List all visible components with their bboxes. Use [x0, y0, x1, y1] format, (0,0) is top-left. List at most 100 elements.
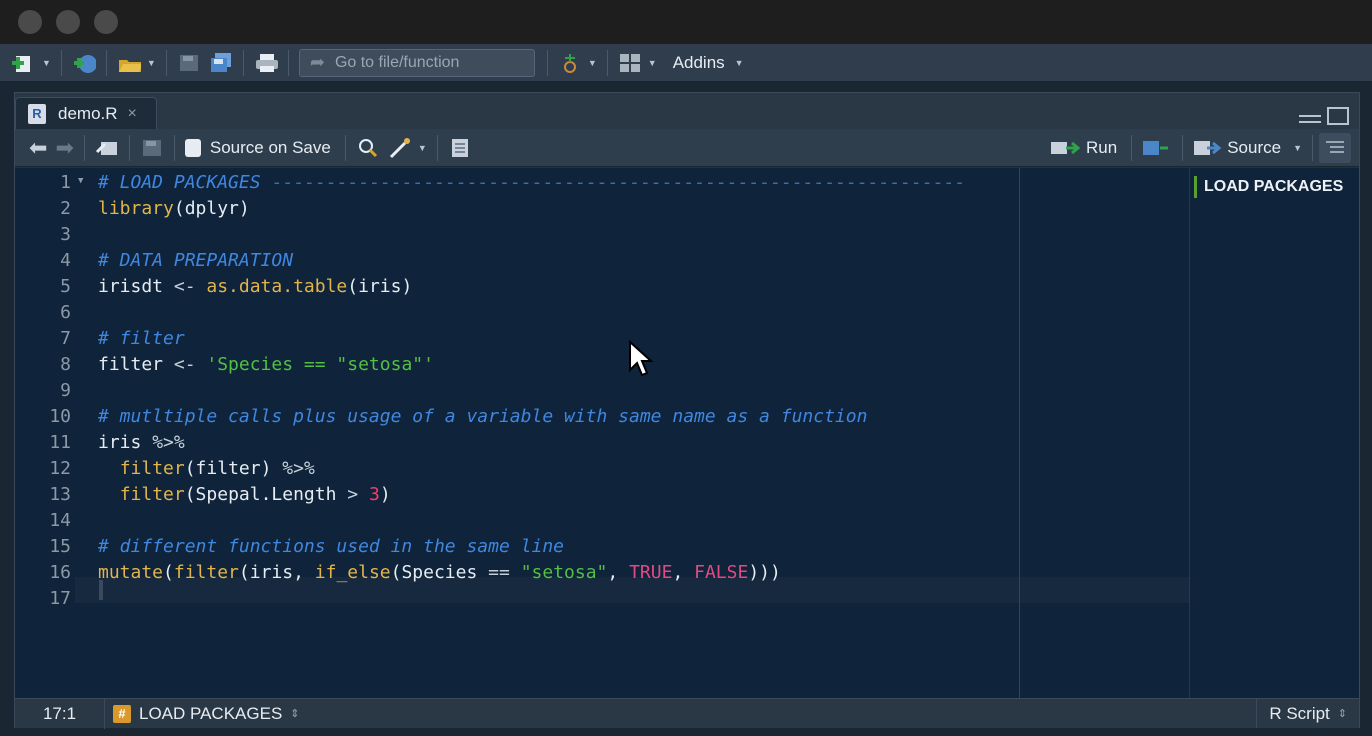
- line-number: 11: [49, 432, 71, 453]
- code-token: # different functions used in the same l…: [98, 536, 564, 557]
- line-number: 17: [49, 588, 71, 609]
- save-file-button[interactable]: [136, 133, 168, 163]
- close-window-button[interactable]: [18, 10, 42, 34]
- chevron-down-icon[interactable]: ▼: [147, 58, 156, 68]
- code-editor[interactable]: 1 2 3 4 5 6 7 8 9 10 11 12 13 14 15 16 17 ▼ # LOAD PACKA…: [15, 168, 1189, 698]
- show-in-window-button[interactable]: [91, 133, 123, 163]
- code-line: # mutltiple calls plus usage of a variab…: [98, 406, 867, 427]
- outline-item-load-packages[interactable]: LOAD PACKAGES: [1194, 176, 1343, 198]
- code-line: # DATA PREPARATION: [98, 250, 293, 271]
- forward-button[interactable]: ➡: [51, 133, 77, 163]
- code-token: %>%: [282, 458, 315, 479]
- save-all-button[interactable]: [205, 48, 237, 78]
- code-token: (dplyr): [173, 198, 250, 219]
- code-line: library(dplyr): [98, 198, 250, 219]
- code-token: ----------------------------------------…: [271, 172, 965, 193]
- code-line: # filter: [98, 328, 185, 349]
- print-button[interactable]: [250, 48, 282, 78]
- new-file-button[interactable]: ▼: [8, 48, 55, 78]
- code-token: # DATA PREPARATION: [98, 250, 294, 271]
- chevron-down-icon[interactable]: ▼: [418, 143, 427, 153]
- chevron-down-icon[interactable]: ▼: [588, 58, 597, 68]
- toolbar-divider: [242, 49, 244, 76]
- main-toolbar: ▼ ▼ ➦ Go to file/function ▼ ▼ Addins ▼: [0, 44, 1372, 82]
- goto-file-function-input[interactable]: ➦ Go to file/function: [298, 48, 535, 77]
- code-token: as.data.table: [206, 276, 348, 297]
- toolbar-divider: [287, 49, 289, 76]
- compile-report-button[interactable]: [444, 133, 476, 163]
- document-outline-button[interactable]: [1319, 132, 1351, 163]
- code-line: mutate(filter(iris, if_else(Species == "…: [98, 562, 781, 583]
- close-icon[interactable]: ×: [128, 105, 137, 123]
- toolbar-divider: [1131, 134, 1133, 161]
- toolbar-divider: [60, 49, 62, 76]
- go-to-arrow-icon: ➦: [309, 52, 325, 72]
- line-number: 4: [60, 250, 71, 271]
- section-navigator[interactable]: # LOAD PACKAGES ⇕: [105, 704, 300, 724]
- new-file-icon: [12, 52, 36, 74]
- find-replace-button[interactable]: [352, 133, 384, 163]
- fold-arrow-icon[interactable]: ▼: [78, 176, 83, 186]
- minimize-window-button[interactable]: [56, 10, 80, 34]
- tab-demo-r[interactable]: R demo.R ×: [15, 97, 157, 129]
- run-button[interactable]: Run: [1046, 133, 1121, 163]
- addins-label: Addins: [672, 52, 725, 72]
- code-token: 3: [368, 484, 380, 505]
- save-button[interactable]: [173, 48, 205, 78]
- code-token: (Species: [390, 562, 489, 583]
- chevron-down-icon: ▼: [734, 57, 744, 68]
- file-type-label: R Script: [1269, 703, 1330, 723]
- source-button[interactable]: Source ▼: [1189, 133, 1306, 163]
- chevron-down-icon[interactable]: ▼: [42, 58, 51, 68]
- printer-icon: [254, 52, 278, 74]
- new-project-button[interactable]: [68, 48, 100, 78]
- code-line: # LOAD PACKAGES ------------------------…: [98, 172, 965, 193]
- open-file-button[interactable]: ▼: [113, 48, 160, 78]
- source-on-save-toggle[interactable]: Source on Save: [181, 133, 335, 163]
- maximize-pane-icon[interactable]: [1327, 107, 1349, 125]
- magic-wand-icon: [388, 137, 412, 159]
- search-icon: [356, 137, 380, 159]
- version-control-button[interactable]: ▼: [554, 48, 601, 78]
- code-line: filter <- 'Species == "setosa"': [98, 354, 434, 375]
- code-token: # LOAD PACKAGES: [98, 172, 272, 193]
- code-token: filter: [98, 354, 174, 375]
- code-token: iris: [98, 432, 153, 453]
- toolbar-divider: [344, 134, 346, 161]
- toolbar-divider: [1182, 134, 1184, 161]
- chevron-down-icon[interactable]: ▼: [648, 58, 657, 68]
- code-line: irisdt <- as.data.table(iris): [98, 276, 412, 297]
- code-token: filter: [173, 562, 239, 583]
- arrow-left-icon: ⬅: [29, 134, 48, 160]
- save-icon: [140, 137, 164, 159]
- run-icon: [1050, 137, 1081, 159]
- line-number: 5: [60, 276, 71, 297]
- code-token: <-: [173, 354, 207, 375]
- code-token: TRUE: [629, 562, 673, 583]
- save-all-icon: [209, 52, 233, 74]
- tab-filename: demo.R: [58, 103, 118, 123]
- file-type-selector[interactable]: R Script ⇕: [1256, 699, 1359, 728]
- code-token: (iris,: [238, 562, 315, 583]
- section-hash-icon: #: [113, 704, 131, 723]
- new-project-icon: [72, 52, 96, 74]
- chevron-down-icon[interactable]: ▼: [1293, 143, 1302, 153]
- notebook-icon: [448, 137, 472, 159]
- back-button[interactable]: ⬅: [25, 133, 51, 163]
- source-on-save-checkbox[interactable]: [184, 138, 201, 157]
- line-number: 7: [60, 328, 71, 349]
- rerun-button[interactable]: [1138, 133, 1176, 163]
- code-tools-button[interactable]: ▼: [384, 133, 431, 163]
- code-token: <-: [173, 276, 207, 297]
- minimize-pane-icon[interactable]: [1299, 115, 1321, 123]
- code-token: (iris): [347, 276, 413, 297]
- addins-menu[interactable]: Addins ▼: [661, 48, 748, 78]
- zoom-window-button[interactable]: [94, 10, 118, 34]
- pane-layout-button[interactable]: ▼: [614, 48, 661, 78]
- code-token: irisdt: [98, 276, 174, 297]
- code-token: ): [379, 484, 391, 505]
- code-token: filter: [119, 458, 185, 479]
- code-token: library: [98, 198, 174, 219]
- rerun-icon: [1142, 137, 1172, 159]
